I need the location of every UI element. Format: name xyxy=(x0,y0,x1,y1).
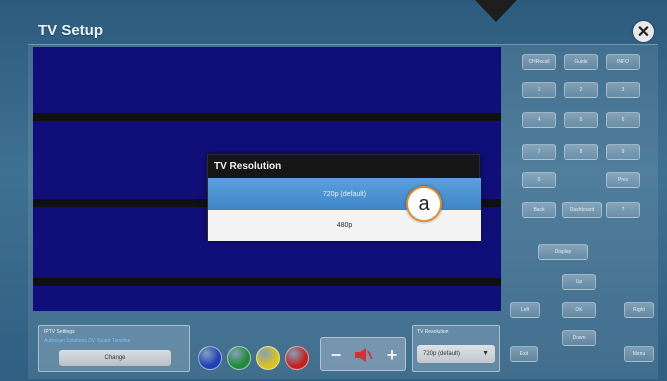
tv-resolution-label: TV Resolution xyxy=(417,329,449,335)
chevron-down-icon: ▼ xyxy=(482,350,489,357)
key-back[interactable]: Back xyxy=(522,202,556,218)
key-display[interactable]: Display xyxy=(538,244,588,260)
red-button[interactable] xyxy=(285,346,309,370)
iptv-settings-panel: IPTV Settings Autoscan Solutions DV Tune… xyxy=(38,325,190,372)
tv-resolution-select[interactable]: 720p (default) ▼ xyxy=(417,345,495,363)
key-right[interactable]: Right xyxy=(624,302,654,318)
key-8[interactable]: 8 xyxy=(564,144,598,160)
callout-arrow xyxy=(475,0,517,22)
key-guide[interactable]: Guide xyxy=(564,54,598,70)
blue-button[interactable] xyxy=(198,346,222,370)
key-0[interactable]: 0 xyxy=(522,172,556,188)
volume-down-button[interactable]: − xyxy=(325,344,347,366)
key-menu[interactable]: Menu xyxy=(624,346,654,362)
key-9[interactable]: 9 xyxy=(606,144,640,160)
key-down[interactable]: Down xyxy=(562,330,596,346)
iptv-label: IPTV Settings xyxy=(44,329,75,335)
callout-marker: a xyxy=(406,186,442,222)
yellow-button[interactable] xyxy=(256,346,280,370)
key-ok[interactable]: OK xyxy=(562,302,596,318)
close-icon: ✕ xyxy=(636,23,651,41)
key-5[interactable]: 5 xyxy=(564,112,598,128)
tv-resolution-value: 720p (default) xyxy=(423,351,461,357)
preview-stripe xyxy=(33,113,501,121)
key-2[interactable]: 2 xyxy=(564,82,598,98)
key-7[interactable]: 7 xyxy=(522,144,556,160)
key-1[interactable]: 1 xyxy=(522,82,556,98)
key-up[interactable]: Up xyxy=(562,274,596,290)
key-6[interactable]: 6 xyxy=(606,112,640,128)
tv-resolution-panel: TV Resolution 720p (default) ▼ xyxy=(412,325,500,372)
speaker-mute-icon[interactable] xyxy=(353,347,373,363)
volume-control: − + xyxy=(320,337,406,371)
green-button[interactable] xyxy=(227,346,251,370)
window-title: TV Setup xyxy=(38,22,104,39)
volume-up-button[interactable]: + xyxy=(381,344,403,366)
iptv-status: Autoscan Solutions DV Tuned Timeline xyxy=(44,338,131,344)
option-480p[interactable]: 480p xyxy=(208,210,481,241)
key-chrecall[interactable]: CHRecall xyxy=(522,54,556,70)
title-bar: TV Setup xyxy=(28,20,658,44)
key-prev[interactable]: Prev xyxy=(606,172,640,188)
change-button[interactable]: Change xyxy=(59,350,171,366)
dialog-title: TV Resolution xyxy=(214,161,282,172)
key-exit[interactable]: Exit xyxy=(510,346,538,362)
preview-stripe xyxy=(33,278,501,286)
key-left[interactable]: Left xyxy=(510,302,540,318)
close-button[interactable]: ✕ xyxy=(633,21,654,42)
key-3[interactable]: 3 xyxy=(606,82,640,98)
key-info[interactable]: INFO xyxy=(606,54,640,70)
key-help[interactable]: ? xyxy=(606,202,640,218)
key-dashboard[interactable]: Dashboard xyxy=(562,202,602,218)
key-4[interactable]: 4 xyxy=(522,112,556,128)
remote-keypad: CHRecall Guide INFO 1 2 3 4 5 6 7 8 9 0 … xyxy=(506,46,658,376)
